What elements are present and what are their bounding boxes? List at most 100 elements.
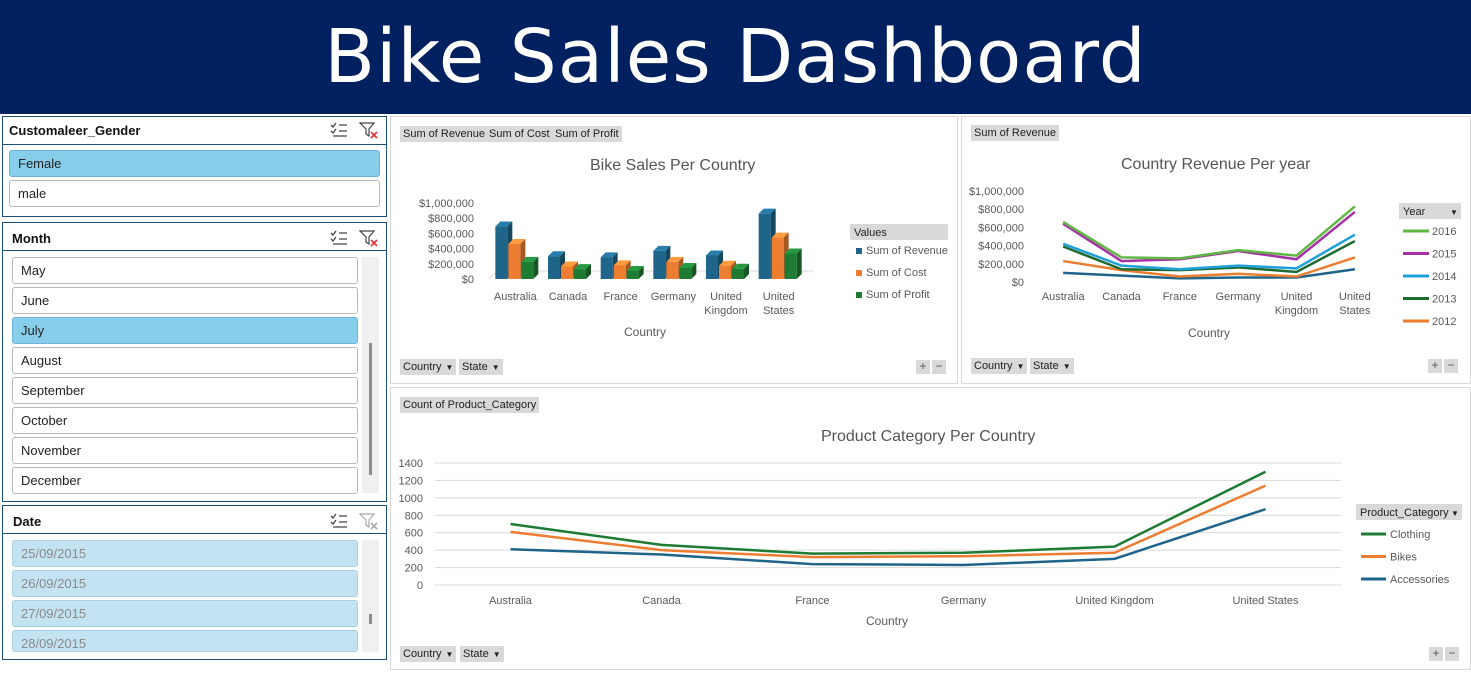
collapse-button[interactable]: −	[1445, 647, 1459, 661]
multi-select-icon[interactable]	[329, 121, 349, 139]
bar-side	[586, 264, 591, 279]
clear-filter-icon[interactable]	[359, 121, 379, 139]
legend-title: Year	[1403, 206, 1426, 218]
bar-top	[758, 208, 776, 214]
slicer-item-june[interactable]: June	[12, 287, 358, 314]
floor-line	[488, 270, 813, 280]
slicer-item-december[interactable]: December	[12, 467, 358, 494]
legend-label: 2014	[1432, 271, 1456, 283]
series-line	[1062, 256, 1356, 278]
series-line	[510, 507, 1266, 567]
bar-sum-of-revenue	[495, 226, 508, 279]
y-tick-label: 600	[405, 528, 423, 540]
country-field-button[interactable]: Country ▼	[400, 646, 457, 662]
bar-top	[548, 251, 565, 257]
date-slicer: Date 25/09/2015 26/09/2015 27/09/2015 28…	[2, 505, 387, 660]
slicer-item-october[interactable]: October	[12, 407, 358, 434]
expand-button[interactable]: +	[1428, 359, 1442, 373]
slicer-item-november[interactable]: November	[12, 437, 358, 464]
month-scroll-thumb[interactable]	[369, 343, 372, 475]
value-pill-revenue[interactable]: Sum of Revenue	[400, 126, 488, 142]
bar-side	[744, 263, 749, 279]
value-pill-revenue[interactable]: Sum of Revenue	[971, 125, 1059, 141]
value-pill-profit[interactable]: Sum of Profit	[552, 126, 622, 142]
slicer-item-date[interactable]: 28/09/2015	[12, 630, 358, 652]
state-field-button[interactable]: State ▼	[460, 646, 504, 662]
date-scroll-thumb[interactable]	[369, 614, 372, 624]
bar-top	[679, 262, 697, 268]
legend-swatch	[856, 248, 862, 254]
bar-side	[533, 256, 539, 279]
value-pill-cost[interactable]: Sum of Cost	[486, 126, 553, 142]
slicer-item-male[interactable]: male	[9, 180, 380, 207]
legend-title: Product_Category	[1360, 507, 1449, 519]
multi-select-icon[interactable]	[329, 512, 349, 530]
bar-sum-of-profit	[521, 261, 534, 279]
y-tick-label: $200,000	[978, 259, 1024, 271]
slicer-item-september[interactable]: September	[12, 377, 358, 404]
bar-top	[600, 252, 618, 258]
legend-title-bg	[1356, 504, 1462, 520]
x-tick-label: France	[604, 291, 638, 303]
legend-title-bg	[850, 224, 948, 240]
bar-sum-of-cost	[771, 237, 784, 279]
bar-sum-of-revenue	[548, 256, 560, 279]
x-tick-label: United States	[1339, 291, 1371, 317]
month-scrollbar[interactable]	[362, 257, 379, 493]
bar-side	[573, 261, 578, 279]
x-tick-label: Canada	[1102, 291, 1141, 303]
y-tick-label: $200,000	[428, 259, 474, 271]
y-tick-label: $0	[462, 274, 474, 286]
collapse-button[interactable]: −	[1444, 359, 1458, 373]
bar-side	[560, 251, 565, 279]
slicer-item-date[interactable]: 26/09/2015	[12, 570, 358, 597]
clear-filter-icon[interactable]	[359, 229, 379, 247]
expand-button[interactable]: +	[916, 360, 930, 374]
x-tick-label: United Kingdom	[704, 291, 747, 317]
slicer-item-date[interactable]: 27/09/2015	[12, 600, 358, 627]
bar-sum-of-revenue	[706, 255, 718, 279]
y-tick-label: 1000	[399, 493, 423, 505]
slicer-item-female[interactable]: Female	[9, 150, 380, 177]
state-field-button[interactable]: State ▼	[1030, 358, 1074, 374]
dropdown-arrow-icon: ▼	[1016, 362, 1025, 371]
bar-top	[626, 266, 644, 272]
series-line	[510, 484, 1267, 559]
country-field-button[interactable]: Country ▼	[400, 359, 457, 375]
y-tick-label: 1200	[399, 475, 423, 487]
date-slicer-header: Date	[3, 506, 386, 534]
slicer-item-date[interactable]: 25/09/2015	[12, 540, 358, 567]
slicer-item-may[interactable]: May	[12, 257, 358, 284]
x-axis-title: Country	[866, 614, 908, 628]
bar-side	[691, 262, 697, 279]
gender-slicer-header: Customaleer_Gender	[3, 117, 386, 145]
country-field-button[interactable]: Country ▼	[971, 358, 1028, 374]
date-slicer-title: Date	[13, 514, 42, 529]
date-scrollbar[interactable]	[362, 540, 379, 652]
slicer-item-august[interactable]: August	[12, 347, 358, 374]
y-tick-label: $800,000	[978, 204, 1024, 216]
month-slicer-header: Month	[3, 223, 386, 251]
value-pill-count[interactable]: Count of Product_Category	[400, 397, 540, 413]
series-line	[1062, 239, 1356, 274]
expand-button[interactable]: +	[1429, 647, 1443, 661]
bar-top	[495, 221, 513, 227]
y-tick-label: 200	[405, 563, 423, 575]
slicer-item-july[interactable]: July	[12, 317, 358, 344]
collapse-button[interactable]: −	[932, 360, 946, 374]
state-field-label: State	[463, 648, 489, 660]
bar-top	[613, 260, 631, 266]
legend-label: 2013	[1432, 294, 1456, 306]
dropdown-arrow-icon: ▼	[492, 650, 501, 659]
y-tick-label: $800,000	[428, 213, 474, 225]
x-axis-title: Country	[1188, 326, 1230, 340]
legend-label: Sum of Profit	[866, 289, 930, 301]
dashboard-header: Bike Sales Dashboard	[0, 0, 1471, 114]
legend-label: 2016	[1432, 226, 1456, 238]
y-tick-label: $1,000,000	[969, 186, 1024, 198]
legend-swatch	[856, 270, 862, 276]
x-tick-label: Germany	[941, 595, 987, 607]
x-tick-label: United Kingdom	[1075, 595, 1153, 607]
multi-select-icon[interactable]	[329, 229, 349, 247]
state-field-button[interactable]: State ▼	[459, 359, 503, 375]
